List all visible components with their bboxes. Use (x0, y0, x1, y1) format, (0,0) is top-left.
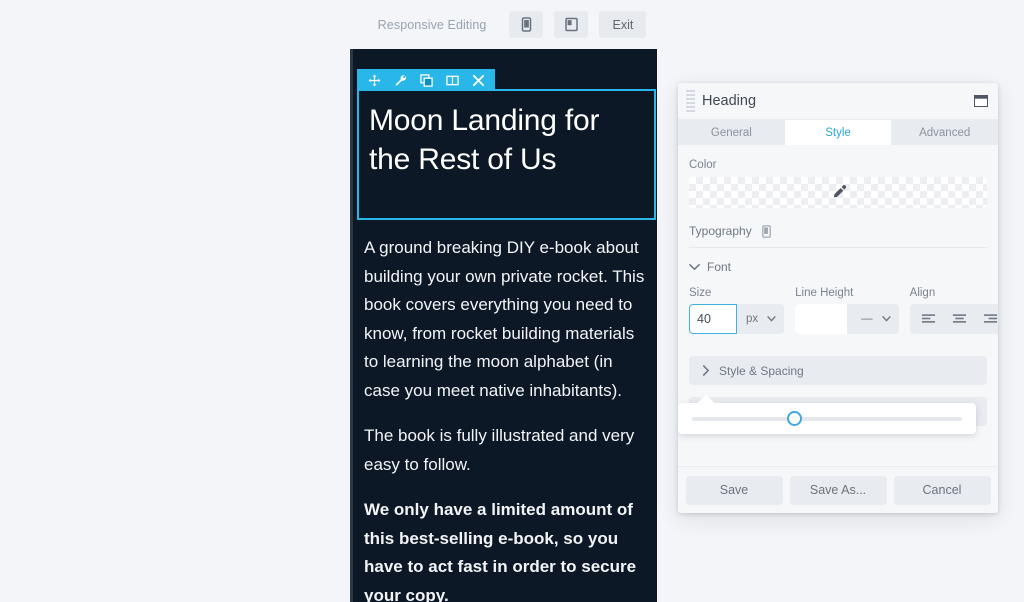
tab-general[interactable]: General (678, 120, 785, 145)
chevron-right-icon (702, 365, 710, 376)
chevron-down-icon (882, 316, 891, 322)
line-height-label: Line Height (795, 287, 854, 299)
font-size-input[interactable] (689, 304, 737, 334)
font-size-label: Size (689, 287, 712, 299)
typography-row[interactable]: Typography (689, 224, 987, 248)
heading-text[interactable]: Moon Landing for the Rest of Us (359, 91, 654, 179)
heading-element-selection[interactable]: Moon Landing for the Rest of Us (357, 69, 656, 220)
line-height-unit-select[interactable]: — (847, 304, 899, 334)
columns-icon (445, 75, 459, 85)
body-copy: A ground breaking DIY e-book about build… (364, 234, 652, 602)
save-button[interactable]: Save (685, 475, 783, 505)
duplicate-icon (419, 73, 433, 87)
align-right-button[interactable] (976, 306, 998, 332)
tab-advanced[interactable]: Advanced (891, 120, 998, 145)
panel-tabs: General Style Advanced (678, 120, 998, 145)
line-height-unit-value: — (861, 313, 873, 325)
editor-screen: Responsive Editing Exit Moon Landing for… (0, 0, 1024, 602)
panel-header: Heading (678, 83, 998, 120)
tab-style-label: Style (825, 126, 851, 139)
align-label: Align (909, 287, 936, 299)
font-controls-row: Size px Line Height (689, 287, 998, 334)
font-size-unit-value: px (746, 313, 759, 325)
settings-button[interactable] (387, 69, 413, 91)
canvas-left-rail (350, 49, 353, 602)
line-height-input[interactable] (795, 304, 848, 334)
tab-style[interactable]: Style (784, 120, 892, 145)
color-swatch[interactable] (689, 177, 987, 208)
mobile-icon (761, 224, 771, 238)
panel-minimize-button[interactable] (974, 94, 988, 112)
paragraph-2[interactable]: The book is fully illustrated and very e… (364, 422, 652, 479)
tablet-icon (565, 17, 578, 32)
eyedropper-icon (833, 185, 846, 198)
close-icon (472, 74, 484, 86)
align-center-icon (952, 314, 966, 323)
save-button-label: Save (719, 483, 749, 497)
color-field-label: Color (689, 159, 717, 171)
text-align-control: Align (909, 287, 998, 334)
tab-advanced-label: Advanced (919, 126, 971, 139)
delete-button[interactable] (465, 69, 491, 91)
chevron-down-icon (689, 264, 700, 271)
heading-settings-panel: Heading General Style Advanced Color Typ… (678, 83, 998, 513)
font-size-unit-select[interactable]: px (737, 304, 785, 334)
mobile-preview-button[interactable] (509, 11, 544, 38)
save-as-button-label: Save As... (809, 483, 867, 497)
element-toolbar (357, 69, 495, 91)
panel-drag-handle[interactable] (686, 89, 695, 113)
style-spacing-accordion[interactable]: Style & Spacing (689, 356, 987, 385)
move-handle[interactable] (361, 69, 387, 91)
panel-footer: Save Save As... Cancel (678, 466, 998, 513)
tab-general-label: General (710, 126, 752, 139)
mobile-icon (521, 17, 532, 32)
duplicate-button[interactable] (413, 69, 439, 91)
font-size-slider-track[interactable] (692, 410, 962, 426)
exit-button-label: Exit (612, 17, 634, 32)
window-minimize-icon (974, 95, 988, 107)
page-canvas[interactable]: Moon Landing for the Rest of Us A ground… (350, 49, 657, 602)
cancel-button[interactable]: Cancel (893, 475, 991, 505)
style-spacing-label: Style & Spacing (719, 363, 804, 378)
panel-title: Heading (702, 93, 757, 109)
save-as-button[interactable]: Save As... (789, 475, 887, 505)
align-left-icon (921, 314, 935, 323)
chevron-down-icon (767, 316, 776, 322)
responsive-editing-label: Responsive Editing (377, 17, 487, 32)
wrench-icon (394, 74, 406, 86)
responsive-editing-toolbar: Responsive Editing Exit (0, 0, 1024, 49)
line-height-control: Line Height — (795, 287, 899, 334)
panel-body: Color Typography Font Size 40 px Line He… (678, 145, 998, 475)
font-size-slider-popover[interactable] (678, 403, 976, 434)
paragraph-3[interactable]: We only have a limited amount of this be… (364, 496, 652, 602)
font-section-label: Font (707, 260, 732, 274)
exit-button[interactable]: Exit (599, 11, 647, 38)
align-right-icon (983, 314, 997, 323)
move-icon (367, 73, 381, 87)
font-size-control: Size px (689, 287, 785, 334)
typography-label: Typography (689, 224, 752, 238)
font-section-header[interactable]: Font (689, 260, 987, 274)
align-left-button[interactable] (914, 306, 943, 332)
align-center-button[interactable] (945, 306, 974, 332)
cancel-button-label: Cancel (922, 483, 962, 497)
paragraph-1[interactable]: A ground breaking DIY e-book about build… (364, 234, 652, 405)
tablet-preview-button[interactable] (554, 11, 589, 38)
font-size-slider-thumb[interactable] (786, 410, 802, 426)
columns-button[interactable] (439, 69, 465, 91)
